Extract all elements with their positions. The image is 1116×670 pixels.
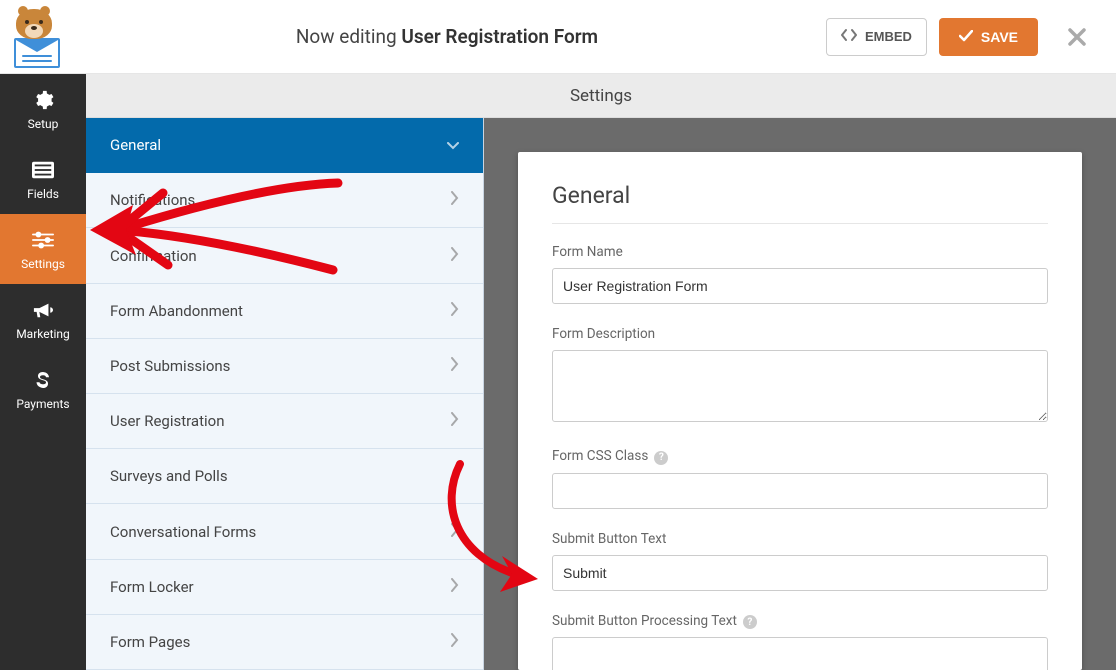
form-name-label: Form Name: [552, 244, 1048, 260]
help-icon[interactable]: ?: [654, 451, 668, 465]
rail-label: Settings: [21, 257, 65, 271]
help-icon[interactable]: ?: [743, 615, 757, 629]
save-button[interactable]: SAVE: [939, 18, 1038, 56]
chevron-down-icon: [447, 136, 459, 154]
settings-card: General Form Name Form Description Form …: [518, 152, 1082, 670]
chevron-right-icon: [451, 412, 459, 430]
chevron-right-icon: [451, 191, 459, 209]
rail-item-payments[interactable]: Payments: [0, 354, 86, 424]
rail-item-fields[interactable]: Fields: [0, 144, 86, 214]
subnav-label: Notifications: [110, 191, 195, 209]
gear-icon: [31, 88, 55, 112]
subnav-item-form-abandonment[interactable]: Form Abandonment: [86, 284, 483, 339]
subnav-item-form-pages[interactable]: Form Pages: [86, 615, 483, 670]
chevron-right-icon: [451, 357, 459, 375]
top-bar: Now editing User Registration Form EMBED…: [0, 0, 1116, 74]
envelope-icon: [14, 38, 60, 68]
submit-processing-input[interactable]: [552, 637, 1048, 670]
subnav-item-conversational-forms[interactable]: Conversational Forms: [86, 504, 483, 559]
panel-title: Settings: [86, 74, 1116, 118]
code-icon: [841, 28, 857, 45]
subnav-label: User Registration: [110, 412, 225, 430]
bear-icon: [16, 9, 52, 39]
settings-subnav: General Notifications Confirmation Form …: [86, 118, 484, 670]
subnav-item-surveys-polls[interactable]: Surveys and Polls: [86, 449, 483, 504]
wpforms-logo: [8, 8, 68, 68]
check-icon: [959, 29, 973, 45]
rail-label: Marketing: [16, 327, 70, 341]
form-name-input[interactable]: [552, 268, 1048, 304]
subnav-item-notifications[interactable]: Notifications: [86, 173, 483, 228]
rail-label: Setup: [28, 117, 59, 131]
chevron-right-icon: [451, 633, 459, 651]
embed-label: EMBED: [865, 29, 912, 44]
card-heading: General: [552, 182, 1048, 209]
subnav-label: Form Locker: [110, 578, 194, 596]
dollar-icon: [31, 368, 55, 392]
subnav-label: Post Submissions: [110, 357, 230, 375]
list-icon: [31, 158, 55, 182]
subnav-item-post-submissions[interactable]: Post Submissions: [86, 339, 483, 394]
rail-item-settings[interactable]: Settings: [0, 214, 86, 284]
page-title: Now editing User Registration Form: [68, 25, 826, 48]
submit-text-label: Submit Button Text: [552, 531, 1048, 547]
subnav-label: Form Abandonment: [110, 302, 243, 320]
subnav-label: Form Pages: [110, 633, 190, 651]
subnav-item-user-registration[interactable]: User Registration: [86, 394, 483, 449]
submit-text-input[interactable]: [552, 555, 1048, 591]
form-description-label: Form Description: [552, 326, 1048, 342]
subnav-item-confirmation[interactable]: Confirmation: [86, 228, 483, 283]
editing-prefix: Now editing: [296, 25, 397, 48]
chevron-right-icon: [451, 302, 459, 320]
subnav-label: Surveys and Polls: [110, 467, 228, 485]
embed-button[interactable]: EMBED: [826, 18, 927, 56]
form-description-textarea[interactable]: [552, 350, 1048, 422]
subnav-label: Confirmation: [110, 247, 197, 265]
rail-item-setup[interactable]: Setup: [0, 74, 86, 144]
form-css-class-input[interactable]: [552, 473, 1048, 509]
rail-label: Payments: [16, 397, 69, 411]
save-label: SAVE: [981, 29, 1018, 45]
editing-form-title: User Registration Form: [401, 25, 598, 48]
subnav-label: Conversational Forms: [110, 523, 256, 541]
subnav-item-form-locker[interactable]: Form Locker: [86, 560, 483, 615]
close-button[interactable]: [1064, 24, 1090, 50]
subnav-label: General: [110, 136, 161, 154]
chevron-right-icon: [451, 578, 459, 596]
submit-processing-label: Submit Button Processing Text?: [552, 613, 1048, 630]
form-css-class-label: Form CSS Class?: [552, 448, 1048, 465]
sliders-icon: [31, 228, 55, 252]
chevron-right-icon: [451, 247, 459, 265]
rail-item-marketing[interactable]: Marketing: [0, 284, 86, 354]
rail-label: Fields: [27, 187, 59, 201]
bullhorn-icon: [31, 298, 55, 322]
icon-rail: Setup Fields Settings Marketing Payments: [0, 74, 86, 670]
chevron-right-icon: [451, 523, 459, 541]
subnav-item-general[interactable]: General: [86, 118, 483, 173]
